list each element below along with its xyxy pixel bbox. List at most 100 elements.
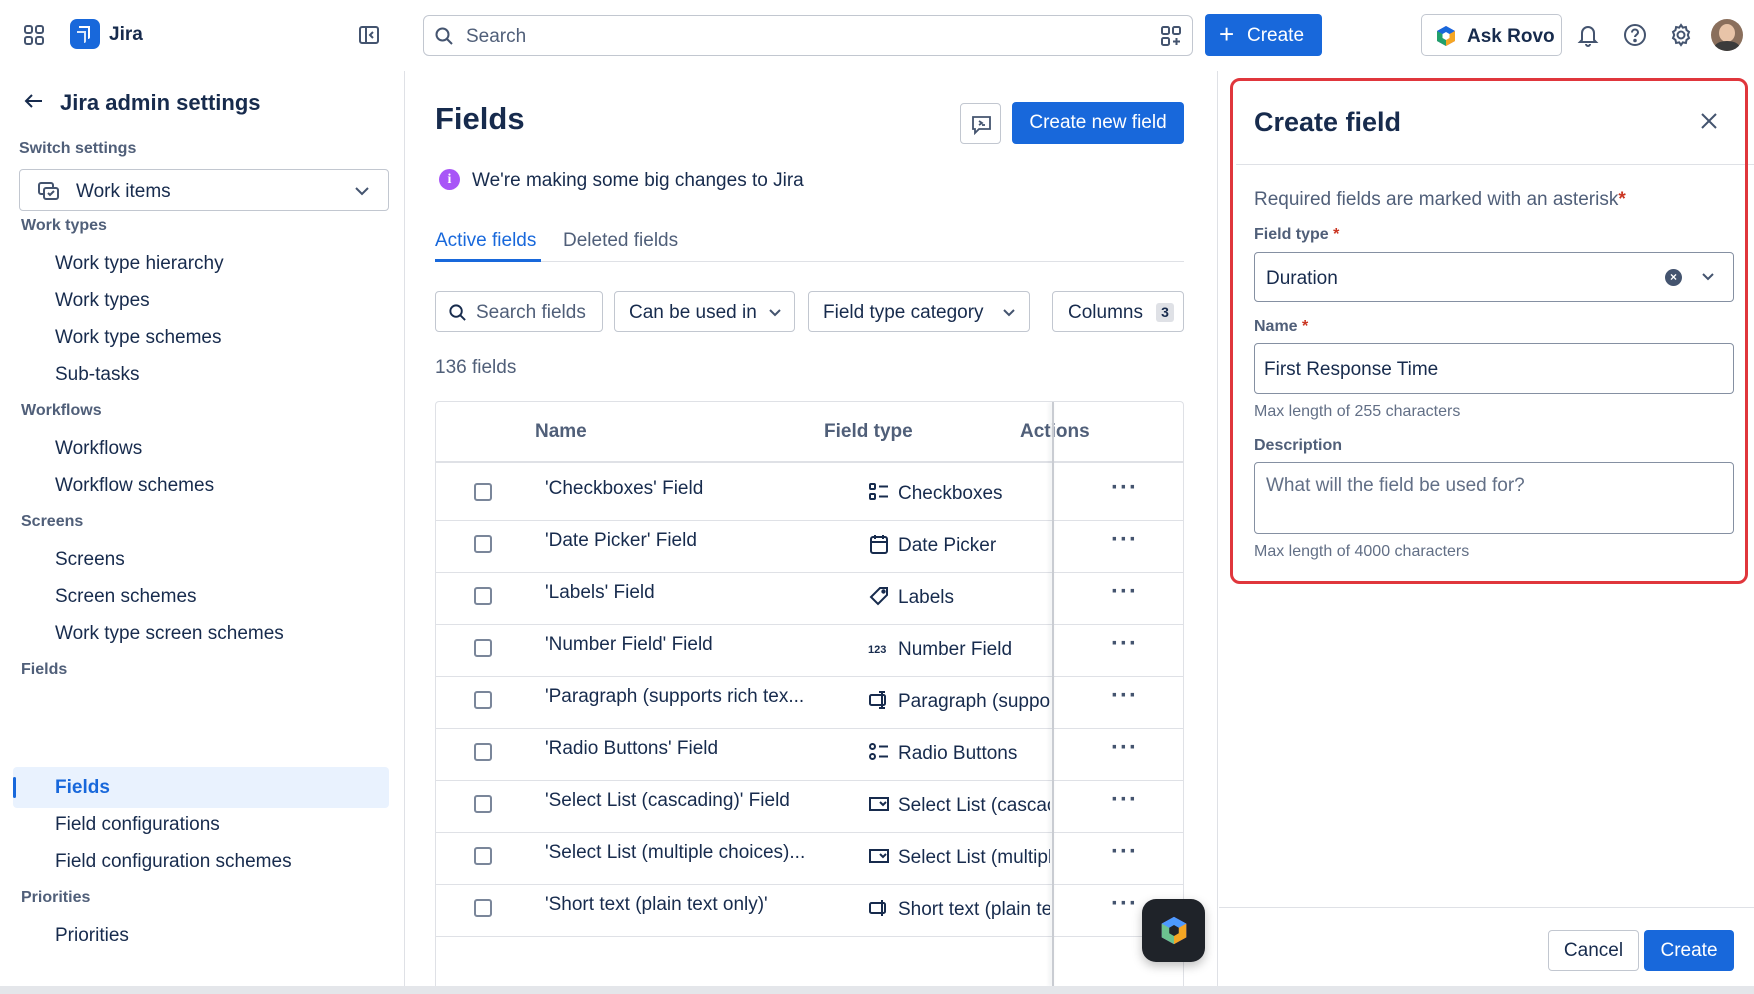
work-items-icon: [38, 182, 59, 200]
checklist-icon: [869, 483, 888, 500]
search-fields-placeholder: Search fields: [476, 302, 586, 323]
field-name[interactable]: 'Labels' Field: [545, 582, 655, 604]
tabs-divider: [435, 261, 1184, 262]
field-type: Number Field: [898, 639, 1013, 660]
sidebar-item-workflows[interactable]: Workflows: [55, 438, 142, 460]
more-actions-icon[interactable]: ···: [1111, 734, 1138, 762]
field-name[interactable]: 'Number Field' Field: [545, 634, 713, 656]
chevron-down-icon[interactable]: [1701, 271, 1715, 283]
table-row[interactable]: 'Radio Buttons' Field Radio Buttons ···: [436, 723, 1183, 781]
column-header-field-type[interactable]: Field type: [824, 421, 913, 443]
row-checkbox[interactable]: [474, 483, 492, 501]
more-actions-icon[interactable]: ···: [1111, 474, 1138, 502]
sidebar-item-workflow-schemes[interactable]: Workflow schemes: [55, 475, 214, 497]
field-name[interactable]: 'Short text (plain text only)': [545, 894, 768, 916]
row-checkbox[interactable]: [474, 535, 492, 553]
row-checkbox[interactable]: [474, 691, 492, 709]
sidebar-item-field-configurations[interactable]: Field configurations: [55, 814, 220, 836]
row-checkbox[interactable]: [474, 743, 492, 761]
more-actions-icon[interactable]: ···: [1111, 786, 1138, 814]
field-name[interactable]: 'Date Picker' Field: [545, 530, 697, 552]
description-placeholder: What will the field be used for?: [1266, 475, 1525, 496]
more-actions-icon[interactable]: ···: [1111, 838, 1138, 866]
switch-settings-select[interactable]: Work items: [19, 169, 389, 211]
app-name[interactable]: Jira: [109, 24, 143, 46]
table-row[interactable]: 'Date Picker' Field Date Picker ···: [436, 515, 1183, 573]
nav-section-priorities: Priorities: [21, 889, 91, 906]
window-bottom-edge: [0, 986, 1754, 994]
clear-icon[interactable]: ×: [1665, 269, 1682, 286]
more-actions-icon[interactable]: ···: [1111, 526, 1138, 554]
field-name[interactable]: 'Radio Buttons' Field: [545, 738, 718, 760]
sidebar-item-work-type-hierarchy[interactable]: Work type hierarchy: [55, 253, 224, 275]
more-actions-icon[interactable]: ···: [1111, 890, 1138, 918]
app-switcher-icon[interactable]: [22, 23, 46, 47]
table-row[interactable]: 'Number Field' Field 123 Number Field ··…: [436, 619, 1183, 677]
tab-deleted-fields[interactable]: Deleted fields: [563, 230, 678, 252]
more-actions-icon[interactable]: ···: [1111, 682, 1138, 710]
sidebar-item-sub-tasks[interactable]: Sub-tasks: [55, 364, 139, 386]
table-row[interactable]: 'Select List (multiple choices)... Selec…: [436, 827, 1183, 885]
collapse-sidebar-icon[interactable]: [357, 23, 381, 47]
name-help-text: Max length of 255 characters: [1254, 403, 1461, 420]
global-create-button[interactable]: + Create: [1205, 14, 1322, 56]
rovo-chat-button[interactable]: [1142, 899, 1205, 962]
row-checkbox[interactable]: [474, 639, 492, 657]
required-asterisk: *: [1302, 318, 1309, 335]
create-field-submit-button[interactable]: Create: [1644, 930, 1734, 971]
sidebar-item-field-configuration-schemes[interactable]: Field configuration schemes: [55, 851, 292, 873]
field-name[interactable]: 'Paragraph (supports rich tex...: [545, 686, 804, 708]
row-checkbox[interactable]: [474, 847, 492, 865]
table-row[interactable]: 'Short text (plain text only)' Short tex…: [436, 879, 1183, 937]
close-icon[interactable]: [1698, 110, 1720, 132]
nav-section-work-types: Work types: [21, 217, 107, 234]
search-filters-icon[interactable]: [1160, 25, 1182, 47]
user-avatar[interactable]: [1711, 19, 1743, 51]
row-checkbox[interactable]: [474, 587, 492, 605]
columns-label: Columns: [1068, 302, 1143, 323]
sidebar-item-work-type-screen-schemes[interactable]: Work type screen schemes: [55, 623, 284, 645]
feedback-button[interactable]: [960, 103, 1001, 144]
sidebar-item-priorities[interactable]: Priorities: [55, 925, 129, 947]
ask-rovo-button[interactable]: Ask Rovo: [1421, 14, 1562, 56]
table-row[interactable]: 'Checkboxes' Field Checkboxes ···: [436, 463, 1183, 521]
description-field[interactable]: What will the field be used for?: [1254, 462, 1734, 534]
column-header-name[interactable]: Name: [535, 421, 587, 443]
sidebar-item-fields[interactable]: Fields: [55, 777, 110, 799]
field-name[interactable]: 'Select List (cascading)' Field: [545, 790, 790, 812]
field-name[interactable]: 'Checkboxes' Field: [545, 478, 703, 500]
back-arrow-icon[interactable]: [22, 89, 46, 113]
more-actions-icon[interactable]: ···: [1111, 630, 1138, 658]
field-type-select[interactable]: Duration ×: [1254, 252, 1734, 302]
table-row[interactable]: 'Labels' Field Labels ···: [436, 567, 1183, 625]
sidebar-item-screens[interactable]: Screens: [55, 549, 125, 571]
field-type: Short text (plain te: [898, 899, 1050, 920]
field-name[interactable]: 'Select List (multiple choices)...: [545, 842, 805, 864]
name-field[interactable]: First Response Time: [1254, 343, 1734, 394]
table-row[interactable]: 'Paragraph (supports rich tex... Paragra…: [436, 671, 1183, 729]
global-search-input[interactable]: Search: [423, 15, 1193, 56]
radio-list-icon: [869, 743, 888, 760]
can-be-used-in-filter[interactable]: Can be used in: [614, 291, 795, 332]
field-type-category-filter[interactable]: Field type category: [808, 291, 1030, 332]
cancel-button[interactable]: Cancel: [1548, 930, 1639, 971]
required-fields-note: Required fields are marked with an aster…: [1254, 189, 1626, 211]
columns-button[interactable]: Columns 3: [1052, 291, 1184, 332]
table-row[interactable]: 'Select List (cascading)' Field Select L…: [436, 775, 1183, 833]
row-checkbox[interactable]: [474, 899, 492, 917]
panel-title: Create field: [1254, 107, 1402, 137]
help-icon[interactable]: [1622, 22, 1648, 48]
plus-icon: +: [1219, 19, 1235, 49]
create-new-field-button[interactable]: Create new field: [1012, 102, 1184, 144]
more-actions-icon[interactable]: ···: [1111, 578, 1138, 606]
sidebar-item-screen-schemes[interactable]: Screen schemes: [55, 586, 197, 608]
info-message[interactable]: We're making some big changes to Jira: [472, 170, 804, 192]
sidebar-item-work-types[interactable]: Work types: [55, 290, 150, 312]
sidebar-item-work-type-schemes[interactable]: Work type schemes: [55, 327, 221, 349]
jira-logo-icon[interactable]: [70, 19, 100, 49]
tab-active-fields[interactable]: Active fields: [435, 230, 536, 252]
search-fields-input[interactable]: Search fields: [435, 291, 603, 332]
row-checkbox[interactable]: [474, 795, 492, 813]
notifications-bell-icon[interactable]: [1575, 22, 1601, 48]
settings-gear-icon[interactable]: [1668, 22, 1694, 48]
